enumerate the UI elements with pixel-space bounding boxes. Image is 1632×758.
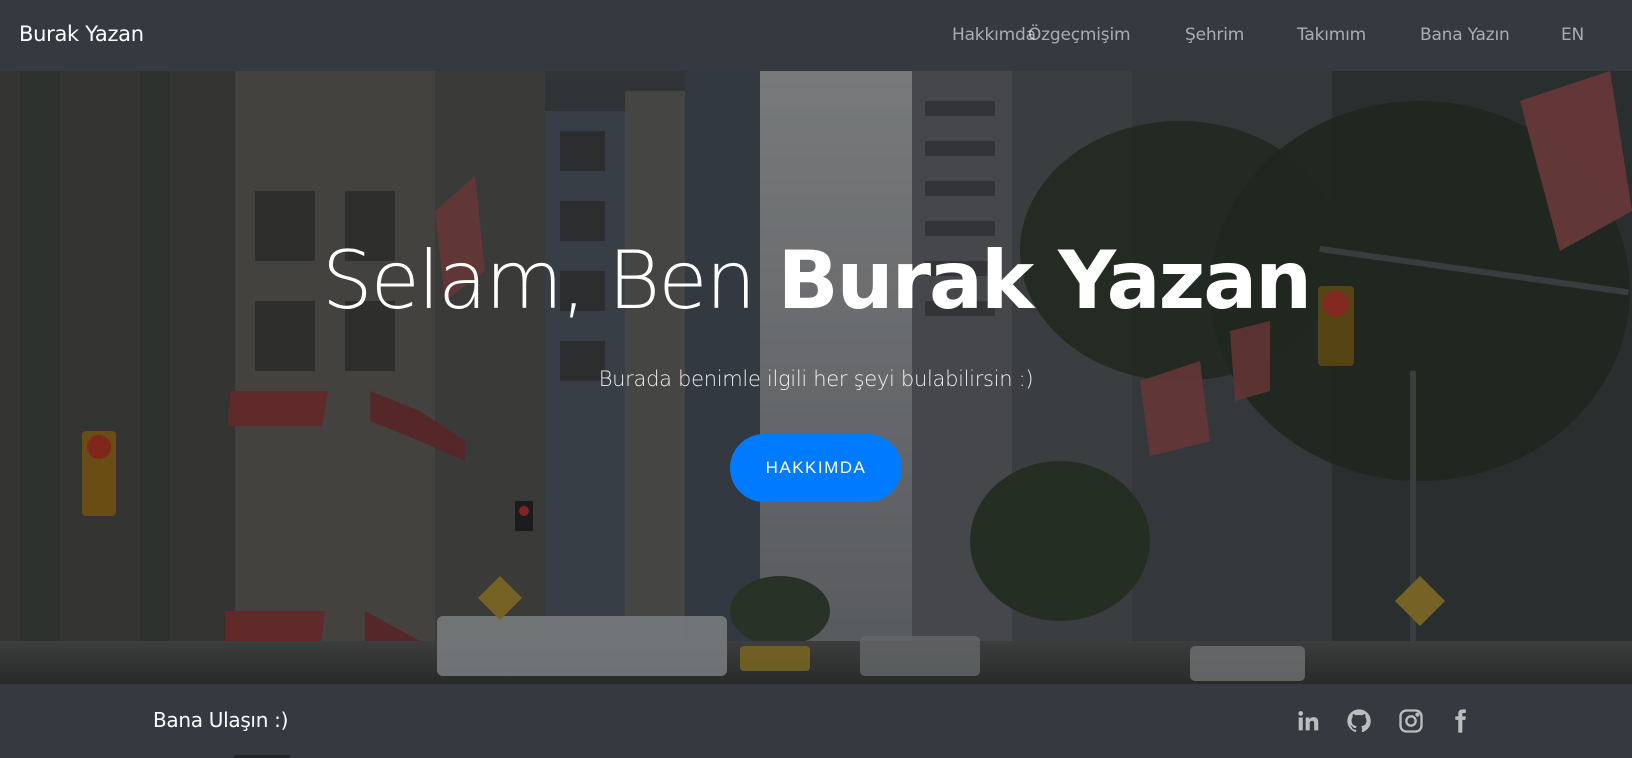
facebook-icon[interactable] bbox=[1445, 706, 1475, 736]
contact-text: Bana Ulaşın :) bbox=[153, 708, 289, 732]
nav-link-sehrim[interactable]: Şehrim bbox=[1185, 25, 1244, 45]
instagram-icon[interactable] bbox=[1396, 706, 1426, 736]
github-icon[interactable] bbox=[1344, 706, 1374, 736]
about-me-button[interactable]: HAKKIMDA bbox=[730, 434, 902, 502]
hero-name: Burak Yazan bbox=[777, 234, 1312, 327]
nav-link-ozgecmisim[interactable]: Özgeçmişim bbox=[1028, 25, 1131, 45]
footer: Bana Ulaşın :) bbox=[0, 684, 1632, 758]
linkedin-icon[interactable] bbox=[1293, 706, 1323, 736]
brand-link[interactable]: Burak Yazan bbox=[19, 22, 144, 46]
hero-headline: Selam, Ben Burak Yazan bbox=[0, 231, 1632, 331]
hero-subtitle: Burada benimle ilgili her şeyi bulabilir… bbox=[598, 367, 1034, 391]
hero-greeting: Selam, Ben bbox=[321, 234, 778, 327]
navbar: Burak Yazan Hakkımda Özgeçmişim Şehrim T… bbox=[0, 0, 1632, 71]
nav-link-takimim[interactable]: Takımım bbox=[1297, 25, 1366, 45]
nav-link-bana-yazin[interactable]: Bana Yazın bbox=[1420, 25, 1510, 45]
nav-link-hakkimda[interactable]: Hakkımda bbox=[952, 25, 1036, 45]
nav-link-language-en[interactable]: EN bbox=[1561, 25, 1584, 45]
hero-section: Selam, Ben Burak Yazan Burada benimle il… bbox=[0, 71, 1632, 684]
